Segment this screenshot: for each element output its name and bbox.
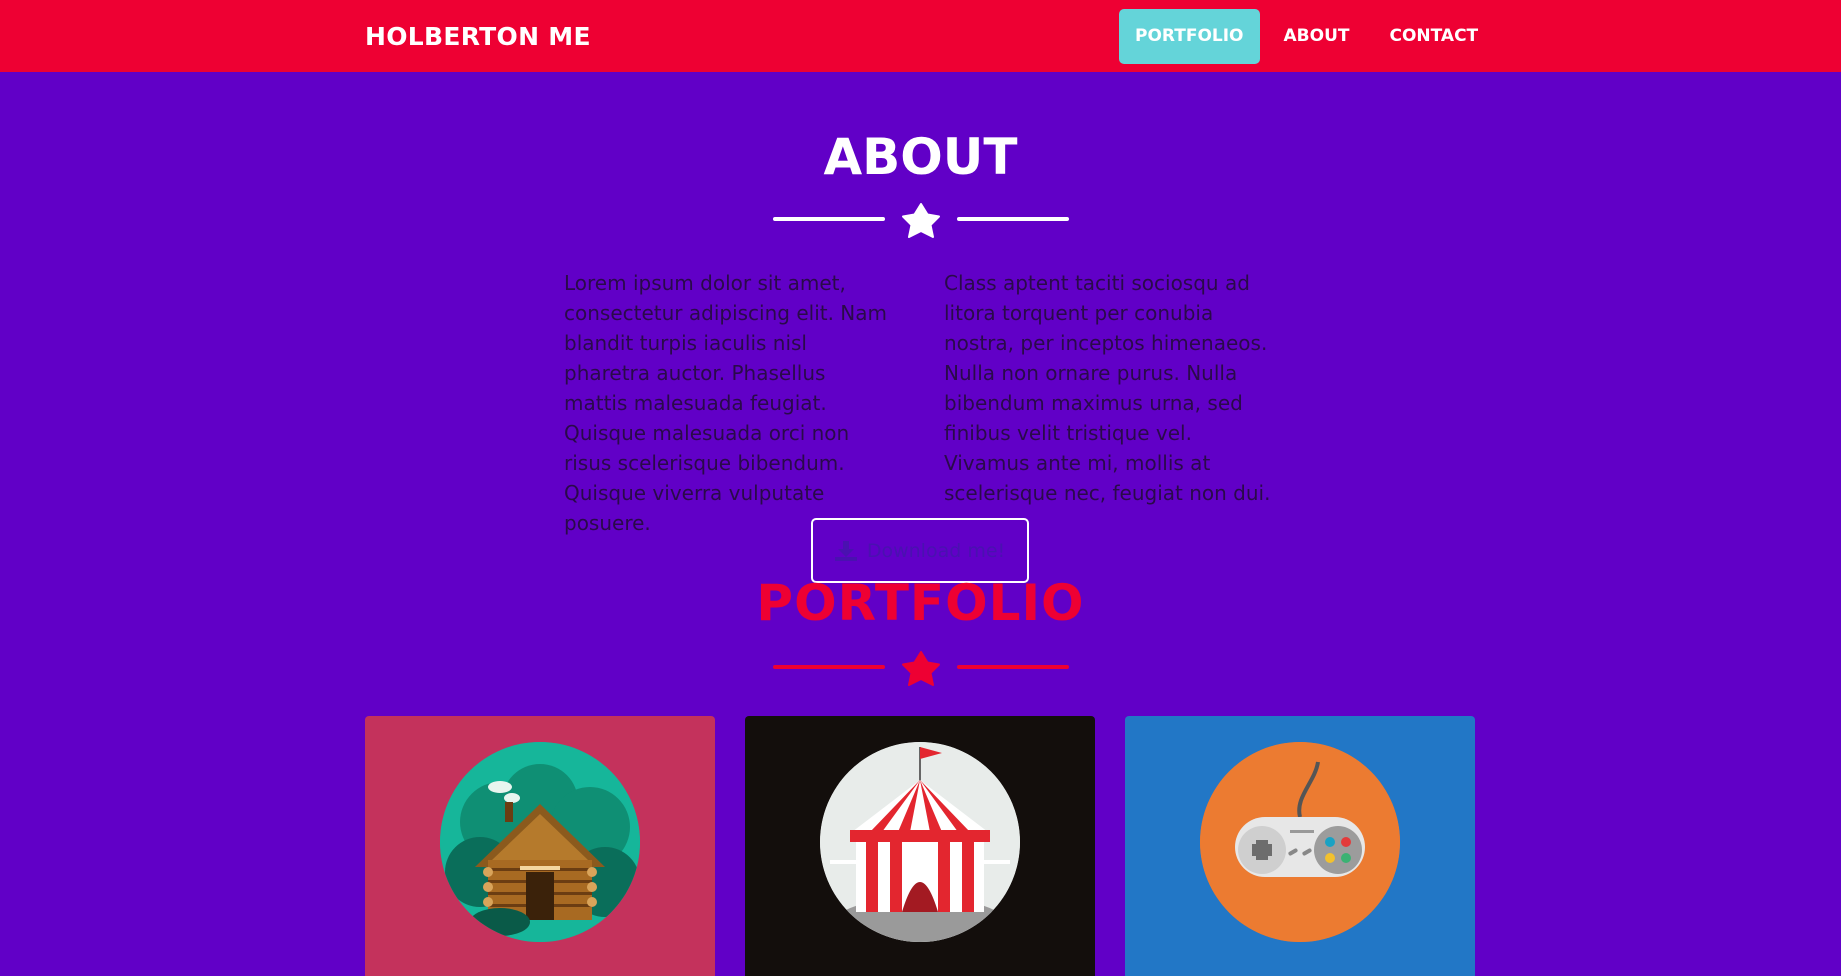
portfolio-card-game[interactable]	[1125, 716, 1475, 976]
star-icon	[901, 203, 940, 238]
about-text-right: Class aptent taciti sociosqu ad litora t…	[944, 271, 1271, 505]
about-text-left: Lorem ipsum dolor sit amet, consectetur …	[564, 271, 888, 535]
nav-item-about[interactable]: ABOUT	[1268, 9, 1366, 64]
game-controller-icon	[1200, 742, 1400, 942]
about-title: ABOUT	[823, 128, 1018, 186]
download-label: Download me!	[866, 539, 1006, 562]
about-divider	[0, 200, 1841, 240]
portfolio-divider	[0, 648, 1841, 688]
portfolio-title: PORTFOLIO	[756, 574, 1085, 632]
portfolio-card-circus[interactable]	[745, 716, 1095, 976]
cabin-icon	[440, 742, 640, 942]
navbar: HOLBERTON ME PORTFOLIO ABOUT CONTACT	[0, 0, 1841, 72]
star-icon	[901, 651, 940, 686]
circus-tent-icon	[820, 742, 1020, 942]
portfolio-card-cabin[interactable]	[365, 716, 715, 976]
nav-menu: PORTFOLIO ABOUT CONTACT	[1119, 9, 1502, 64]
brand-logo[interactable]: HOLBERTON ME	[365, 22, 591, 51]
nav-item-contact[interactable]: CONTACT	[1373, 9, 1494, 64]
nav-item-portfolio[interactable]: PORTFOLIO	[1119, 9, 1260, 64]
about-columns: Lorem ipsum dolor sit amet, consectetur …	[564, 268, 1274, 538]
download-icon	[834, 540, 857, 561]
